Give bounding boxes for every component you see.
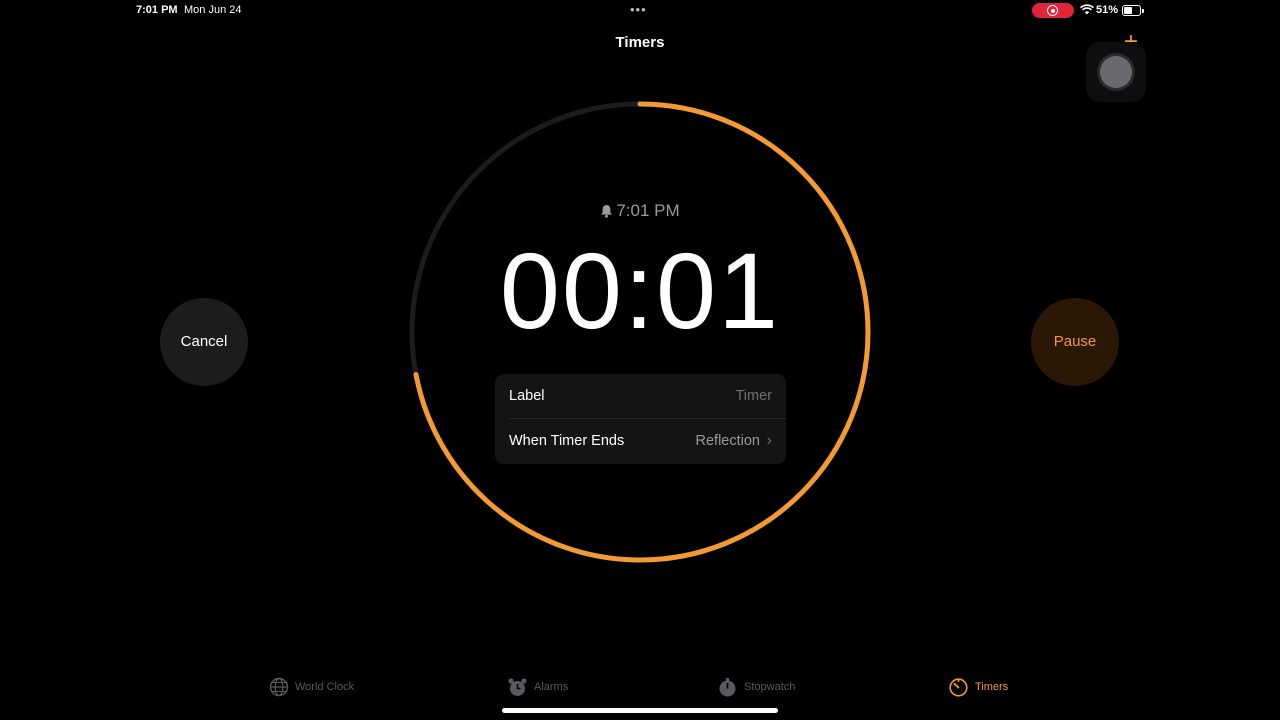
- when-timer-ends-row[interactable]: When Timer Ends Reflection ›: [495, 419, 786, 464]
- cancel-button[interactable]: Cancel: [160, 298, 248, 386]
- chevron-right-icon: ›: [766, 432, 772, 449]
- label-row-value: Timer: [735, 388, 772, 404]
- when-timer-ends-title: When Timer Ends: [509, 433, 625, 449]
- tab-label: Stopwatch: [744, 681, 796, 693]
- home-indicator[interactable]: [502, 708, 778, 713]
- tab-label: Alarms: [534, 681, 569, 693]
- tab-stopwatch[interactable]: Stopwatch: [717, 672, 795, 702]
- tab-label: World Clock: [295, 681, 355, 693]
- alarm-clock-icon: [508, 677, 527, 696]
- bell-icon: [601, 205, 613, 218]
- tab-timers[interactable]: Timers: [948, 672, 1008, 702]
- tab-label: Timers: [975, 681, 1009, 693]
- globe-icon: [269, 677, 289, 697]
- tab-world-clock[interactable]: World Clock: [269, 672, 354, 702]
- tab-bar: World Clock Alarms Stopwatch Timers: [0, 672, 1280, 702]
- label-row-title: Label: [509, 388, 545, 404]
- timer-icon: [949, 677, 968, 697]
- alarm-time-row: 7:01 PM: [0, 201, 1280, 221]
- timer-options-card: Label Timer When Timer Ends Reflection ›: [495, 374, 786, 464]
- stopwatch-icon: [719, 677, 736, 696]
- tab-alarms[interactable]: Alarms: [507, 672, 568, 702]
- label-row[interactable]: Label Timer: [495, 374, 786, 419]
- alarm-time: 7:01 PM: [616, 201, 680, 220]
- when-timer-ends-value: Reflection: [695, 433, 760, 449]
- pause-button[interactable]: Pause: [1031, 298, 1119, 386]
